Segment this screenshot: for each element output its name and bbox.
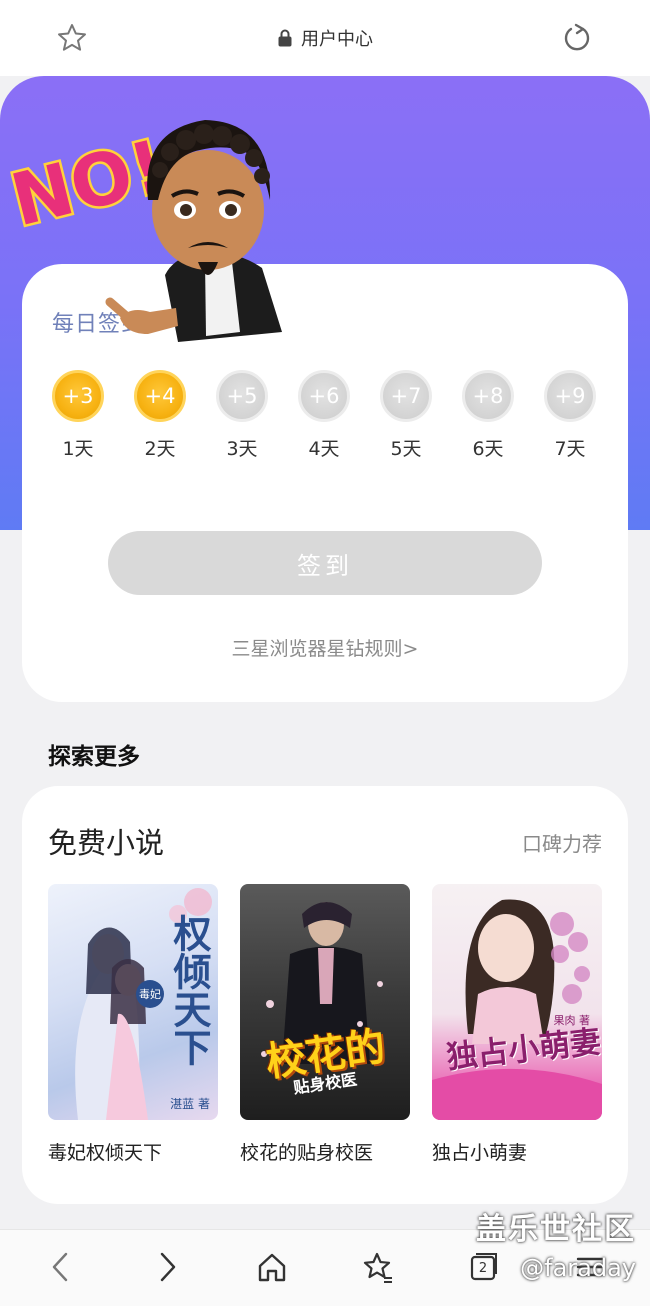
bookmarks-icon[interactable]: [360, 1250, 394, 1284]
home-icon[interactable]: [255, 1250, 289, 1284]
explore-title: 探索更多: [48, 744, 140, 770]
book-item[interactable]: 权倾天下 毒妃 湛蓝 著 毒妃权倾天下: [48, 884, 220, 1165]
free-novels-card: 免费小说 口碑力荐 权倾天下 毒妃 湛蓝 著 毒妃权倾天下 校花的 贴身校医 校…: [22, 786, 628, 1204]
book-cover-art: [432, 899, 602, 1120]
coin-points: +7: [390, 384, 422, 408]
forward-icon[interactable]: [150, 1250, 184, 1284]
coin-icon: +5: [216, 370, 268, 422]
page-title-text: 用户中心: [301, 29, 373, 50]
cover-author: 湛蓝 著: [170, 1097, 210, 1111]
book-cover[interactable]: 独占小萌妻 果肉 著: [432, 884, 602, 1120]
checkin-day-6: +8 6天: [460, 370, 516, 461]
day-label: 4天: [308, 438, 340, 460]
day-label: 7天: [554, 438, 586, 460]
cover-badge: 毒妃: [136, 980, 164, 1008]
watermark: 盖乐世社区 @faraday: [476, 1204, 636, 1282]
bookmark-star-icon[interactable]: [56, 22, 88, 54]
day-label: 1天: [62, 438, 94, 460]
reload-icon[interactable]: [561, 22, 593, 54]
back-icon[interactable]: [44, 1250, 78, 1284]
checkin-button[interactable]: 签到: [108, 531, 542, 595]
novels-section-tag[interactable]: 口碑力荐: [522, 828, 602, 857]
book-cover[interactable]: 校花的 贴身校医: [240, 884, 410, 1120]
novels-section-title: 免费小说: [48, 826, 165, 860]
book-item[interactable]: 校花的 贴身校医 校花的贴身校医: [240, 884, 412, 1165]
coin-points: +8: [472, 384, 504, 408]
day-label: 6天: [472, 438, 504, 460]
coin-points: +3: [62, 384, 94, 408]
watermark-line2: @faraday: [520, 1254, 636, 1282]
coin-points: +9: [554, 384, 586, 408]
watermark-line1: 盖乐世社区: [476, 1212, 636, 1247]
checkin-day-4: +6 4天: [296, 370, 352, 461]
day-label: 2天: [144, 438, 176, 460]
page-title[interactable]: 用户中心: [277, 25, 373, 51]
checkin-day-1: +3 1天: [50, 370, 106, 461]
book-title[interactable]: 校花的贴身校医: [240, 1138, 412, 1165]
book-title[interactable]: 独占小萌妻: [432, 1138, 604, 1165]
cover-title: 权倾天下: [167, 914, 212, 1066]
coin-points: +4: [144, 384, 176, 408]
checkin-day-5: +7 5天: [378, 370, 434, 461]
checkin-day-7: +9 7天: [542, 370, 598, 461]
coin-icon: +3: [52, 370, 104, 422]
rules-link[interactable]: 三星浏览器星钻规则>: [22, 634, 628, 661]
coin-icon: +6: [298, 370, 350, 422]
coin-points: +5: [226, 384, 258, 408]
lock-icon: [278, 29, 292, 47]
checkin-day-3: +5 3天: [214, 370, 270, 461]
coin-icon: +4: [134, 370, 186, 422]
book-cover[interactable]: 权倾天下 毒妃 湛蓝 著: [48, 884, 218, 1120]
book-title[interactable]: 毒妃权倾天下: [48, 1138, 220, 1165]
coin-icon: +7: [380, 370, 432, 422]
coin-icon: +8: [462, 370, 514, 422]
avatar-sticker: NO!: [1, 120, 282, 342]
coin-points: +6: [308, 384, 340, 408]
checkin-days: +3 1天 +4 2天 +5 3天 +6 4天 +7 5天 +8 6天 +9 7…: [50, 370, 616, 470]
cover-author: 果肉 著: [553, 1014, 591, 1027]
day-label: 5天: [390, 438, 422, 460]
book-item[interactable]: 独占小萌妻 果肉 著 独占小萌妻: [432, 884, 604, 1165]
coin-icon: +9: [544, 370, 596, 422]
checkin-day-2: +4 2天: [132, 370, 188, 461]
day-label: 3天: [226, 438, 258, 460]
